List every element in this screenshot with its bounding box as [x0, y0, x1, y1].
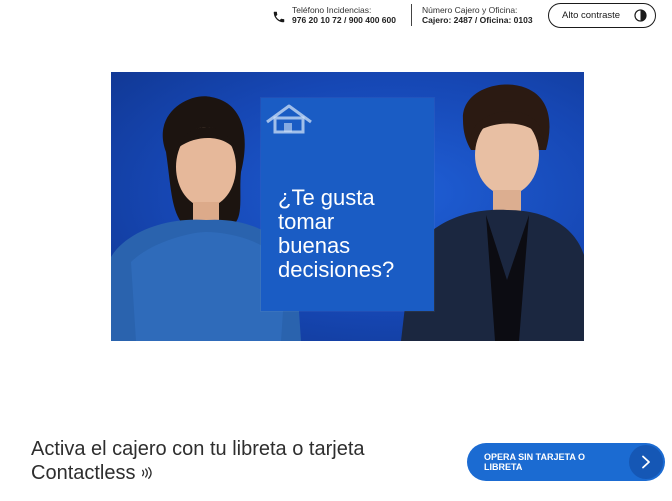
contactless-icon: [141, 467, 152, 479]
hero-banner: ¿Te gusta tomar buenas decisiones?: [111, 72, 584, 341]
hero-headline-line: buenas: [278, 233, 351, 258]
cta-title-line-2: Contactless: [31, 461, 431, 485]
contrast-icon: [634, 9, 647, 22]
phone-icon: [273, 11, 285, 23]
incident-phone-label: Teléfono Incidencias:: [292, 5, 372, 15]
hero-headline-line: ¿Te gusta: [278, 185, 375, 210]
cta-title: Activa el cajero con tu libreta o tarjet…: [31, 437, 431, 485]
hero-headline-line: tomar: [278, 209, 335, 234]
cta-title-line-1: Activa el cajero con tu libreta o tarjet…: [31, 438, 365, 460]
top-info-bar: Teléfono Incidencias: 976 20 10 72 / 900…: [0, 0, 672, 34]
high-contrast-label: Alto contraste: [562, 10, 621, 21]
atm-office-info: Número Cajero y Oficina: Cajero: 2487 / …: [422, 5, 533, 25]
atm-office-number: Cajero: 2487 / Oficina: 0103: [422, 15, 533, 25]
atm-office-label: Número Cajero y Oficina:: [422, 5, 518, 15]
house-icon: [266, 104, 312, 134]
incident-phone-info: Teléfono Incidencias: 976 20 10 72 / 900…: [272, 5, 396, 25]
hero-headline: ¿Te gusta tomar buenas decisiones?: [278, 186, 428, 282]
incident-phone-number[interactable]: 976 20 10 72 / 900 400 600: [292, 15, 396, 25]
cta-title-contactless: Contactless: [31, 462, 136, 484]
headline-card: ¿Te gusta tomar buenas decisiones?: [261, 98, 434, 311]
high-contrast-button[interactable]: Alto contraste: [548, 3, 656, 28]
hero-headline-line: decisiones?: [278, 257, 395, 282]
chevron-right-icon: [629, 445, 663, 479]
info-divider: [411, 4, 412, 26]
operate-without-card-button[interactable]: OPERA SIN TARJETA O LIBRETA: [467, 443, 665, 481]
operate-without-card-label: OPERA SIN TARJETA O LIBRETA: [484, 452, 586, 472]
